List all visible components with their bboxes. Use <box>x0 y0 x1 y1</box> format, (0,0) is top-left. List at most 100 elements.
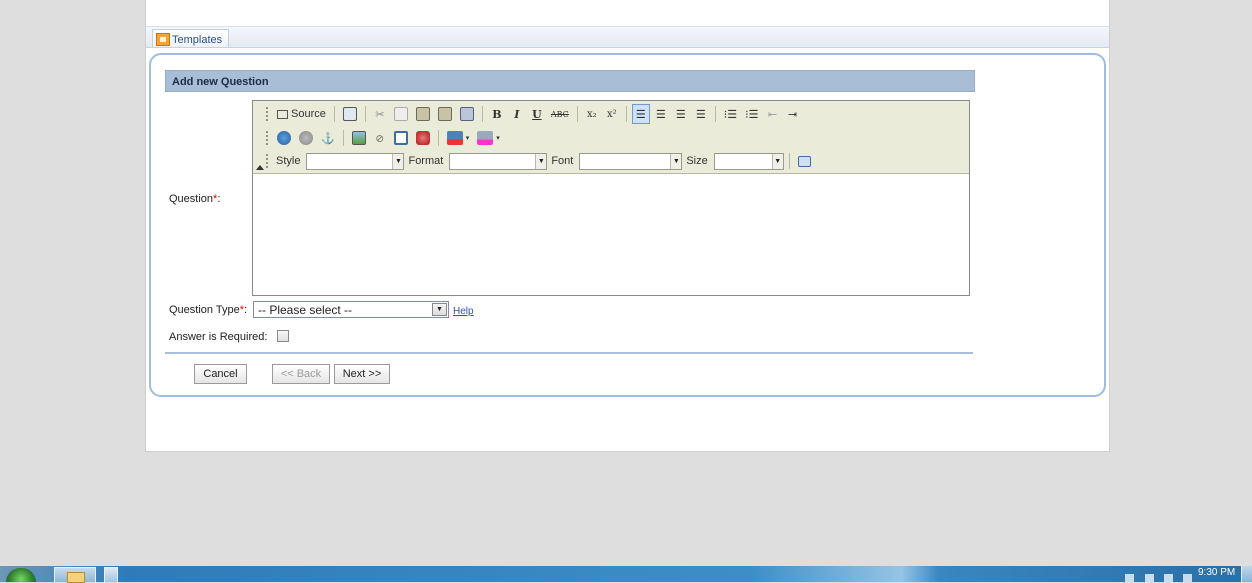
answer-required-checkbox[interactable] <box>277 330 289 342</box>
taskbar-app-button[interactable] <box>104 567 118 582</box>
cut-button[interactable]: ✂ <box>371 104 389 124</box>
align-right-button[interactable]: ☰ <box>672 104 690 124</box>
image-button[interactable] <box>349 128 369 148</box>
copy-button[interactable] <box>391 104 411 124</box>
paste-word-button[interactable] <box>457 104 477 124</box>
anchor-button[interactable]: ⚓ <box>318 128 338 148</box>
section-header: Add new Question <box>165 70 975 92</box>
italic-icon: I <box>514 107 520 121</box>
copy-icon <box>393 107 408 121</box>
taskbar-explorer-button[interactable] <box>54 567 96 583</box>
taskbar <box>0 566 1252 582</box>
bold-button[interactable]: B <box>488 104 506 124</box>
subscript-button[interactable]: x₂ <box>583 104 601 124</box>
question-type-select[interactable]: -- Please select -- ▼ <box>253 301 449 318</box>
image-icon <box>351 131 366 145</box>
help-link[interactable]: Help <box>453 306 474 317</box>
unlink-button[interactable] <box>296 128 316 148</box>
size-label: Size <box>686 155 708 167</box>
answer-required-label: Answer is Required: <box>169 331 268 343</box>
link-button[interactable] <box>274 128 294 148</box>
align-center-button[interactable]: ☰ <box>652 104 670 124</box>
justify-icon: ☰ <box>695 107 706 121</box>
show-desktop-button[interactable] <box>1241 566 1252 582</box>
link-icon <box>277 131 291 145</box>
editor-toolbar: Source ✂ B I U ABC x₂ x² ☰ ☰ ☰ ☰ ⁝☰ ⁝☰ ⇤… <box>253 101 969 174</box>
back-button[interactable]: << Back <box>272 364 330 384</box>
flag-icon[interactable] <box>1183 574 1192 582</box>
paste-word-icon <box>459 107 474 121</box>
unlink-icon <box>299 131 313 145</box>
text-color-button[interactable]: ▾ <box>444 128 473 148</box>
anchor-icon: ⚓ <box>321 131 335 145</box>
preview-icon <box>342 107 357 121</box>
special-char-button[interactable] <box>413 128 433 148</box>
indent-button[interactable]: ⇥ <box>784 104 802 124</box>
toolbar-row-2: ⚓ ⊘ ▾ ▾ <box>265 127 503 149</box>
preview-button[interactable] <box>340 104 360 124</box>
volume-icon[interactable] <box>1164 574 1173 582</box>
toolbar-grip[interactable] <box>265 130 269 146</box>
taskbar-clock[interactable]: 9:30 PM <box>1198 567 1235 578</box>
paste-text-icon <box>437 107 452 121</box>
source-button[interactable]: Source <box>274 104 329 124</box>
tray-icon[interactable] <box>1125 574 1134 582</box>
style-dropdown[interactable]: ▼ <box>306 152 405 170</box>
font-label: Font <box>551 155 574 167</box>
format-label: Format <box>408 155 444 167</box>
background-color-button[interactable]: ▾ <box>474 128 503 148</box>
chevron-down-icon: ▼ <box>535 153 547 169</box>
justify-button[interactable]: ☰ <box>692 104 710 124</box>
text-color-icon <box>446 131 463 145</box>
tab-templates[interactable]: Templates <box>152 29 230 47</box>
divider <box>165 352 973 354</box>
chevron-down-icon: ▼ <box>771 153 783 169</box>
strikethrough-button[interactable]: ABC <box>548 104 572 124</box>
editor-content-area[interactable] <box>253 175 969 295</box>
maximize-button[interactable] <box>795 151 814 171</box>
flash-icon: ⊘ <box>375 131 385 145</box>
cut-icon: ✂ <box>375 107 385 121</box>
network-icon[interactable] <box>1145 574 1154 582</box>
bold-icon: B <box>492 107 502 121</box>
toolbar-grip[interactable] <box>265 106 269 122</box>
flash-button[interactable]: ⊘ <box>371 128 389 148</box>
format-dropdown[interactable]: ▼ <box>449 152 548 170</box>
outdent-button[interactable]: ⇤ <box>764 104 782 124</box>
cancel-button[interactable]: Cancel <box>194 364 247 384</box>
bulleted-list-button[interactable]: ⁝☰ <box>742 104 761 124</box>
page-container: Templates Add new Question Question*: So… <box>145 0 1110 452</box>
numbered-list-icon: ⁝☰ <box>723 107 738 121</box>
question-type-label: Question Type*: <box>169 304 248 316</box>
numbered-list-button[interactable]: ⁝☰ <box>721 104 740 124</box>
toolbar-row-1: Source ✂ B I U ABC x₂ x² ☰ ☰ ☰ ☰ ⁝☰ ⁝☰ ⇤… <box>265 103 802 125</box>
toolbar-row-3: Style ▼ Format ▼ Font ▼ Size ▼ <box>265 150 814 172</box>
chevron-down-icon: ▾ <box>465 135 470 142</box>
outdent-icon: ⇤ <box>767 107 778 121</box>
table-button[interactable] <box>391 128 411 148</box>
paste-text-button[interactable] <box>435 104 455 124</box>
indent-icon: ⇥ <box>787 107 798 121</box>
chevron-down-icon: ▼ <box>392 153 404 169</box>
font-dropdown[interactable]: ▼ <box>579 152 683 170</box>
chevron-down-icon: ▼ <box>670 153 682 169</box>
superscript-button[interactable]: x² <box>603 104 621 124</box>
subscript-icon: x₂ <box>586 108 597 120</box>
align-left-button[interactable]: ☰ <box>631 104 650 124</box>
paste-button[interactable] <box>413 104 433 124</box>
question-label: Question*: <box>169 193 221 205</box>
strikethrough-icon: ABC <box>550 109 569 119</box>
next-button[interactable]: Next >> <box>334 364 390 384</box>
italic-button[interactable]: I <box>508 104 526 124</box>
toolbar-grip[interactable] <box>265 153 269 169</box>
table-icon <box>393 131 408 145</box>
align-right-icon: ☰ <box>675 107 686 121</box>
background-color-icon <box>477 131 494 145</box>
align-center-icon: ☰ <box>655 107 666 121</box>
bulleted-list-icon: ⁝☰ <box>745 107 759 121</box>
tab-templates-label: Templates <box>172 33 223 46</box>
underline-button[interactable]: U <box>528 104 546 124</box>
superscript-icon: x² <box>606 108 617 120</box>
size-dropdown[interactable]: ▼ <box>713 152 784 170</box>
toolbar-collapse-icon[interactable] <box>256 165 264 170</box>
